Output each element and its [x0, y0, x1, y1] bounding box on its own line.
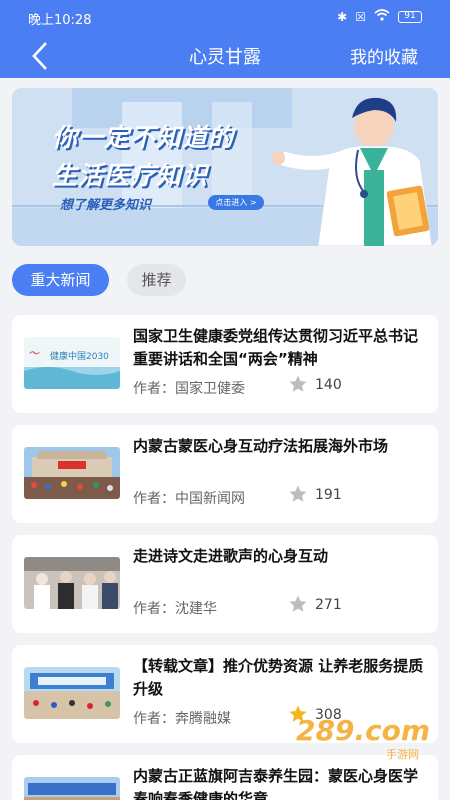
nav-bar: 心灵甘露 我的收藏 — [0, 34, 450, 78]
tab-major-news[interactable]: 重大新闻 — [12, 264, 109, 296]
author-label: 作者： — [133, 491, 175, 507]
author-label: 作者： — [133, 381, 175, 397]
article-thumbnail — [24, 777, 120, 800]
article-title: 内蒙古蒙医心身互动疗法拓展海外市场 — [133, 437, 389, 455]
banner-headline-1: 你一定不知道的 — [52, 123, 235, 152]
top-bar: 晚上10:28 ✱ ☒ 91 心灵甘露 我的收藏 — [0, 0, 450, 78]
article-title: 【转载文章】推介优势资源 让养老服务提质升级 — [133, 657, 424, 698]
article-thumbnail — [24, 447, 120, 499]
banner-headline-2: 生活医疗知识 — [52, 161, 209, 190]
article-card[interactable]: 健康中国2030 〜 国家卫生健康委党组传达贯彻习近平总书记重要讲话和全国“两会… — [12, 315, 438, 413]
watermark-sub: 手游网 — [386, 747, 419, 761]
article-thumbnail — [24, 667, 120, 719]
thumb-caption: 健康中国2030 — [50, 350, 109, 362]
tab-recommended[interactable]: 推荐 — [127, 264, 186, 296]
article-title: 走进诗文走进歌声的心身互动 — [133, 547, 329, 565]
article-author: 作者：沈建华 — [133, 598, 217, 618]
like-count: 140 — [315, 377, 342, 393]
article-title: 国家卫生健康委党组传达贯彻习近平总书记重要讲话和全国“两会”精神 — [133, 327, 419, 368]
article-title: 内蒙古正蓝旗阿吉泰养生园：蒙医心身医学奏响春季健康的华章 — [133, 767, 419, 800]
banner-subtitle: 想了解更多知识 — [60, 198, 152, 213]
svg-text:〜: 〜 — [28, 347, 40, 360]
star-icon[interactable] — [288, 484, 308, 504]
article-card[interactable]: 内蒙古蒙医心身互动疗法拓展海外市场 作者：中国新闻网 191 — [12, 425, 438, 523]
like-count: 191 — [315, 487, 342, 503]
wifi-icon — [374, 9, 390, 24]
like-count: 271 — [315, 597, 342, 613]
article-thumbnail — [24, 557, 120, 609]
article-card[interactable]: 走进诗文走进歌声的心身互动 作者：沈建华 271 — [12, 535, 438, 633]
battery-icon: 91 — [398, 10, 422, 23]
watermark-text: 289.com — [296, 714, 430, 747]
article-author: 作者：国家卫健委 — [133, 378, 245, 398]
article-author: 作者：中国新闻网 — [133, 488, 245, 508]
author-name: 国家卫健委 — [175, 381, 245, 397]
status-time: 晚上10:28 — [28, 13, 92, 28]
promo-banner[interactable]: 你一定不知道的 生活医疗知识 想了解更多知识 点击进入 > — [12, 88, 438, 246]
star-icon[interactable] — [288, 374, 308, 394]
site-watermark: 289.com 手游网 — [290, 706, 440, 766]
my-favorites-button[interactable]: 我的收藏 — [350, 43, 418, 68]
author-name: 沈建华 — [175, 601, 217, 617]
author-label: 作者： — [133, 601, 175, 617]
article-thumbnail: 健康中国2030 〜 — [24, 337, 120, 389]
status-icons: ✱ ☒ 91 — [337, 9, 422, 24]
author-name: 奔腾融媒 — [175, 711, 231, 727]
bluetooth-icon: ✱ — [337, 9, 348, 24]
sim-icon: ☒ — [355, 9, 366, 24]
author-name: 中国新闻网 — [175, 491, 245, 507]
author-label: 作者： — [133, 711, 175, 727]
star-icon[interactable] — [288, 594, 308, 614]
article-author: 作者：奔腾融媒 — [133, 708, 231, 728]
status-bar: 晚上10:28 ✱ ☒ 91 — [0, 0, 450, 34]
banner-enter-button[interactable]: 点击进入 > — [208, 195, 264, 210]
